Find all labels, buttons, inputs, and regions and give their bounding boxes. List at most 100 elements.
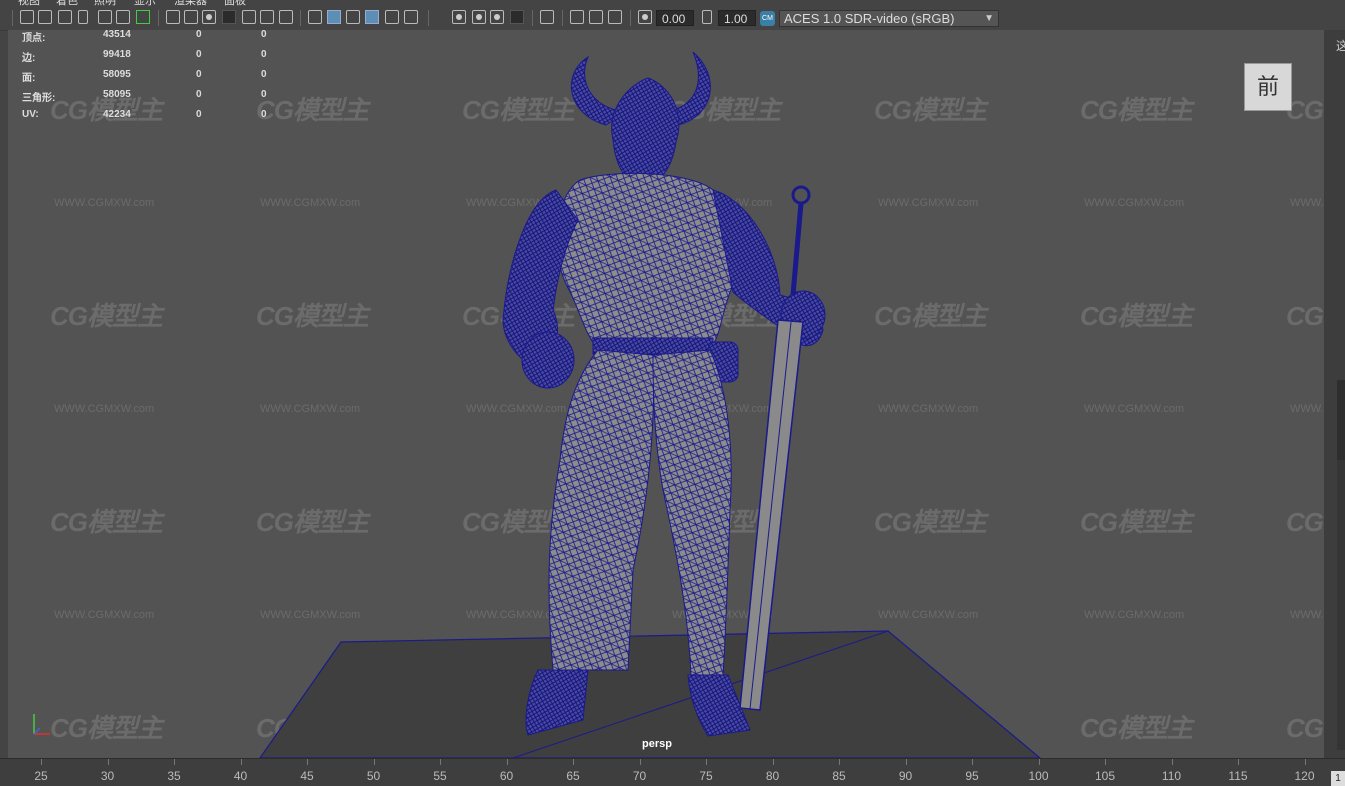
timeline-tick-mark — [772, 759, 774, 765]
hud-sel: 0 — [196, 109, 202, 120]
3d-viewport[interactable]: CG模型主CG模型主CG模型主CG模型主CG模型主CG模型主CG模型主CG模型主… — [8, 30, 1324, 758]
timeline-tick-mark — [240, 759, 242, 765]
film-gate-icon[interactable] — [184, 10, 198, 24]
timeline-tick-label: 25 — [34, 769, 48, 783]
view-cube[interactable]: 前 — [1244, 63, 1292, 111]
timeline-tick-mark — [506, 759, 508, 765]
isolate-select-icon[interactable] — [540, 10, 554, 24]
timeline-tick-mark — [373, 759, 375, 765]
wireframe-on-shaded-icon[interactable] — [365, 10, 379, 24]
color-management-icon[interactable]: CM — [760, 11, 775, 26]
2d-pan-zoom-icon[interactable] — [116, 10, 130, 24]
panel-scrollbar-track[interactable] — [1337, 460, 1345, 750]
hud-sel: 0 — [196, 49, 202, 60]
timeline-tick-label: 100 — [1028, 769, 1049, 783]
hud-sel: 0 — [196, 69, 202, 80]
timeline-tick-label: 90 — [898, 769, 913, 783]
motion-blur-icon[interactable] — [490, 10, 504, 24]
wireframe-shading-icon[interactable] — [308, 10, 322, 24]
hud-label: 顶点: — [22, 33, 46, 44]
grease-pencil-icon[interactable] — [136, 10, 150, 24]
default-material-icon[interactable] — [346, 10, 360, 24]
timeline-tick-mark — [1038, 759, 1040, 765]
bookmark-icon[interactable] — [78, 10, 88, 24]
timeline-tick-label: 115 — [1228, 769, 1248, 783]
hud-comp: 0 — [261, 89, 267, 100]
gamma-icon[interactable] — [702, 10, 712, 24]
image-plane-icon[interactable] — [98, 10, 112, 24]
toolbar-separator — [630, 10, 631, 26]
panel-scrollbar[interactable] — [1337, 380, 1345, 460]
timeline-tick-label: 120 — [1294, 769, 1315, 783]
hud-comp: 0 — [261, 49, 267, 60]
panel-toolbar: 0.00 1.00 CM ACES 1.0 SDR-video (sRGB) ▼ — [0, 6, 1345, 31]
hud-label: 边: — [22, 53, 36, 64]
timeline-tick-mark — [107, 759, 109, 765]
timeline-tick-mark — [307, 759, 308, 765]
timeline-tick-label: 35 — [167, 769, 181, 783]
left-leg — [548, 349, 655, 671]
screen-space-ao-icon[interactable] — [472, 10, 486, 24]
xray-icon[interactable] — [570, 10, 584, 24]
hud-value: 58095 — [103, 89, 131, 100]
timeline-tick-label: 60 — [499, 769, 514, 783]
safe-title-icon[interactable] — [279, 10, 293, 24]
timeline-tick-label: 95 — [965, 769, 979, 783]
current-frame-box[interactable]: 1 — [1331, 771, 1345, 786]
hud-label: 三角形: — [22, 93, 56, 104]
xray-active-icon[interactable] — [589, 10, 603, 24]
toolbar-separator — [428, 10, 429, 26]
timeline-tick-mark — [573, 759, 574, 765]
toolbar-separator — [562, 10, 563, 26]
bookmarks-icon[interactable] — [58, 10, 72, 24]
camera-attributes-icon[interactable] — [38, 10, 52, 24]
axis-gizmo-icon — [33, 714, 50, 735]
resolution-gate-icon[interactable] — [202, 10, 216, 24]
gamma-field[interactable]: 1.00 — [718, 10, 756, 26]
lighting-icon[interactable] — [404, 10, 418, 24]
hud-comp: 0 — [261, 109, 267, 120]
safe-action-icon[interactable] — [260, 10, 274, 24]
gate-mask-icon[interactable] — [222, 10, 236, 24]
sword-pommel — [791, 185, 811, 205]
toolbar-separator — [300, 10, 301, 26]
toolbar-separator — [12, 10, 13, 26]
hud-value: 42234 — [103, 109, 131, 120]
smooth-shade-icon[interactable] — [327, 10, 341, 24]
chevron-down-icon: ▼ — [984, 13, 994, 24]
timeline-tick-label: 85 — [832, 769, 846, 783]
exposure-field[interactable]: 0.00 — [656, 10, 694, 26]
toolbar-separator — [158, 10, 159, 26]
select-camera-icon[interactable] — [20, 10, 34, 24]
anti-aliasing-icon[interactable] — [510, 10, 524, 24]
view-transform-dropdown[interactable]: ACES 1.0 SDR-video (sRGB) ▼ — [779, 10, 999, 27]
timeline-tick-label: 45 — [300, 769, 314, 783]
hud-sel: 0 — [196, 89, 202, 100]
timeline-tick-mark — [1171, 759, 1173, 765]
left-fist — [521, 331, 575, 389]
textured-icon[interactable] — [385, 10, 399, 24]
timeline-tick-label: 30 — [100, 769, 115, 783]
timeline-tick-mark — [972, 759, 973, 765]
scene-render — [259, 51, 1041, 758]
time-slider[interactable]: 1 25 30 35 40 45 50 55 60 65 70 75 80 85 90 95 100 105 11… — [0, 758, 1345, 786]
hud-value: 43514 — [103, 30, 131, 40]
hud-comp: 0 — [261, 30, 267, 40]
timeline-tick-mark — [440, 759, 441, 765]
timeline-tick-mark — [41, 759, 42, 765]
sword-grip — [790, 202, 804, 296]
timeline-tick-mark — [839, 759, 840, 765]
field-chart-icon[interactable] — [242, 10, 256, 24]
right-leg — [652, 349, 732, 676]
xray-joints-icon[interactable] — [608, 10, 622, 24]
grid-icon[interactable] — [166, 10, 180, 24]
toolbar-separator — [532, 10, 533, 26]
hud-value: 58095 — [103, 69, 131, 80]
head — [611, 77, 680, 186]
hud-comp: 0 — [261, 69, 267, 80]
timeline-tick-label: 40 — [233, 769, 248, 783]
shadows-icon[interactable] — [452, 10, 466, 24]
timeline-tick-mark — [1238, 759, 1239, 765]
exposure-icon[interactable] — [638, 10, 652, 24]
timeline-tick-mark — [1105, 759, 1106, 765]
